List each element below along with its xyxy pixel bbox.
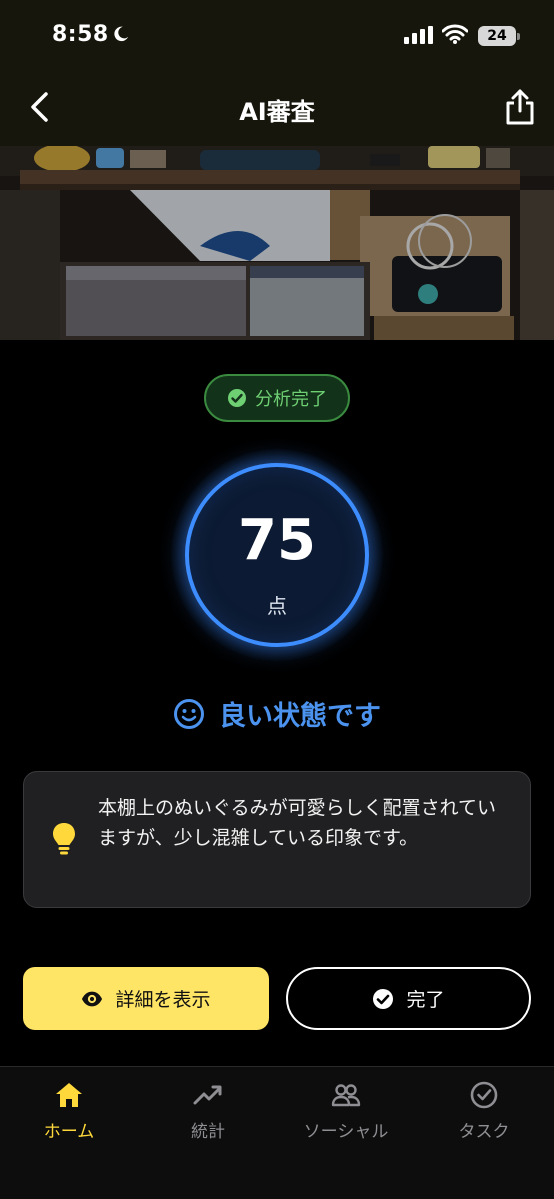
tab-tasks-label: タスク xyxy=(458,1122,510,1142)
done-button[interactable]: 完了 xyxy=(286,967,531,1030)
people-icon xyxy=(331,1084,361,1107)
page-title: AI審査 xyxy=(239,98,315,126)
status-time: 8:58 xyxy=(52,22,109,47)
show-details-button[interactable]: 詳細を表示 xyxy=(23,967,269,1030)
tab-stats-label: 統計 xyxy=(191,1122,225,1142)
trend-icon xyxy=(193,1085,222,1105)
badge-label: 分析完了 xyxy=(255,389,327,410)
battery-indicator: 24 xyxy=(478,26,520,46)
wifi-icon xyxy=(442,24,468,44)
top-bar: 8:58 24 AI審査 xyxy=(0,0,554,146)
score-value: 75 xyxy=(238,508,316,573)
lightbulb-icon xyxy=(53,823,75,855)
home-icon xyxy=(56,1083,82,1107)
tab-stats[interactable]: 統計 xyxy=(148,1081,268,1142)
ai-review-screen: 8:58 24 AI審査 分析完了 75 点 良い状態です 本棚上のぬいぐるみが… xyxy=(0,0,554,1199)
bottom-tab-bar: ホーム 統計 ソーシャル タスク xyxy=(0,1066,554,1199)
check-circle-icon xyxy=(470,1081,498,1109)
analysis-complete-badge: 分析完了 xyxy=(204,374,350,422)
eye-icon xyxy=(82,991,103,1006)
condition-status: 良い状態です xyxy=(0,694,554,733)
check-circle-icon xyxy=(228,389,246,407)
check-circle-icon xyxy=(373,988,394,1009)
tab-home[interactable]: ホーム xyxy=(9,1081,129,1142)
share-icon[interactable] xyxy=(504,88,536,126)
tab-home-label: ホーム xyxy=(43,1122,95,1142)
advice-text: 本棚上のぬいぐるみが可愛らしく配置されていますが、少し混雑している印象です。 xyxy=(98,797,497,849)
moon-icon xyxy=(114,26,129,42)
status-text: 良い状態です xyxy=(219,701,381,732)
done-label: 完了 xyxy=(406,989,445,1011)
signal-icon xyxy=(404,26,433,44)
tab-tasks[interactable]: タスク xyxy=(424,1081,544,1142)
show-details-label: 詳細を表示 xyxy=(115,989,211,1011)
tab-social-label: ソーシャル xyxy=(303,1122,389,1142)
smile-icon xyxy=(174,698,204,729)
tab-social[interactable]: ソーシャル xyxy=(286,1081,406,1142)
score-unit: 点 xyxy=(267,594,287,618)
analyzed-room-photo xyxy=(0,146,554,340)
